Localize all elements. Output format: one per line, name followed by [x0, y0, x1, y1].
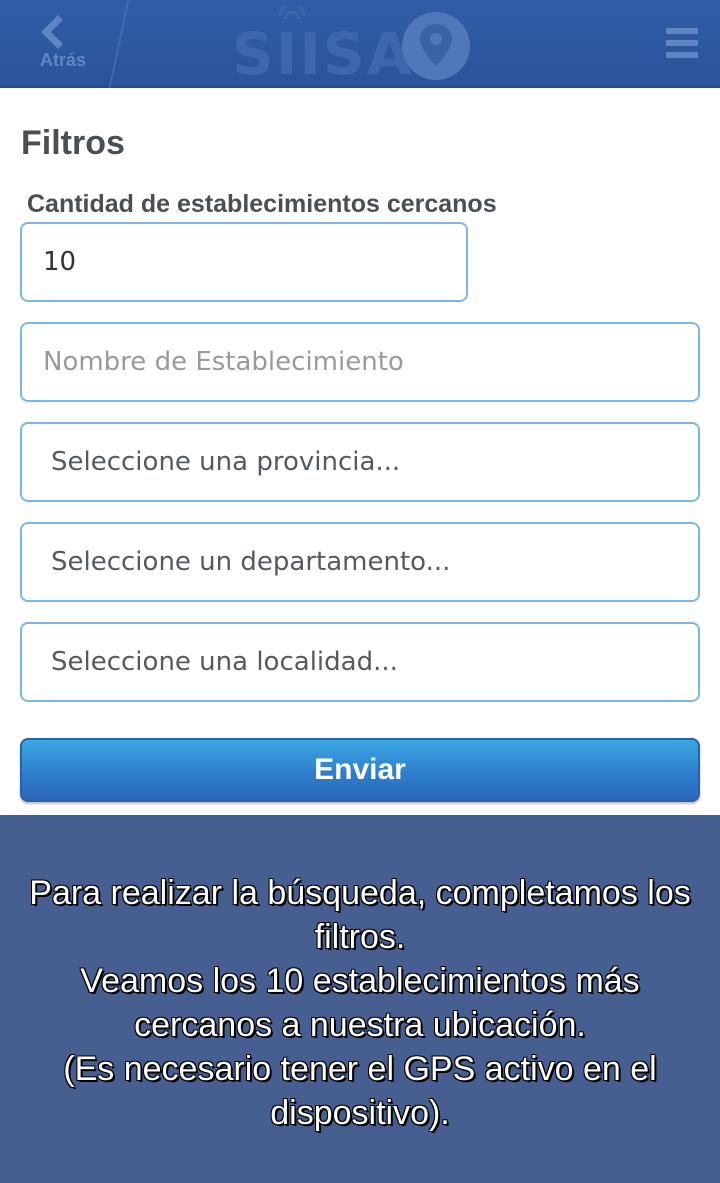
chevron-left-icon	[41, 15, 75, 49]
establishment-name-input[interactable]: Nombre de Establecimiento	[20, 322, 700, 402]
page-title: Filtros	[21, 124, 125, 162]
header-divider	[108, 0, 130, 88]
quantity-value: 10	[43, 247, 77, 277]
menu-hamburger-icon[interactable]	[666, 28, 698, 60]
submit-button[interactable]: Enviar	[20, 738, 700, 802]
logo-text: SIISA	[232, 20, 414, 88]
back-label: Atrás	[39, 50, 87, 70]
quantity-label: Cantidad de establecimientos cercanos	[27, 190, 497, 218]
siisa-logo: SIISA	[232, 6, 482, 88]
tutorial-line: Para realizar la búsqueda, completamos l…	[29, 874, 691, 956]
province-select-value: Seleccione una provincia...	[51, 447, 401, 477]
tutorial-overlay[interactable]: Para realizar la búsqueda, completamos l…	[0, 815, 720, 1183]
quantity-input[interactable]: 10	[20, 222, 468, 302]
locality-select-value: Seleccione una localidad...	[51, 647, 398, 677]
province-select[interactable]: Seleccione una provincia...	[20, 422, 700, 502]
app-header: Atrás SIISA	[0, 0, 720, 88]
tutorial-text: Para realizar la búsqueda, completamos l…	[20, 871, 700, 1135]
department-select[interactable]: Seleccione un departamento...	[20, 522, 700, 602]
department-select-value: Seleccione un departamento...	[51, 547, 451, 577]
locality-select[interactable]: Seleccione una localidad...	[20, 622, 700, 702]
establishment-name-placeholder: Nombre de Establecimiento	[43, 347, 404, 377]
location-pin-icon	[402, 12, 470, 80]
back-button[interactable]: Atrás	[30, 6, 96, 76]
tutorial-line: (Es necesario tener el GPS activo en el …	[63, 1050, 657, 1132]
tutorial-line: Veamos los 10 establecimientos más cerca…	[80, 962, 640, 1044]
